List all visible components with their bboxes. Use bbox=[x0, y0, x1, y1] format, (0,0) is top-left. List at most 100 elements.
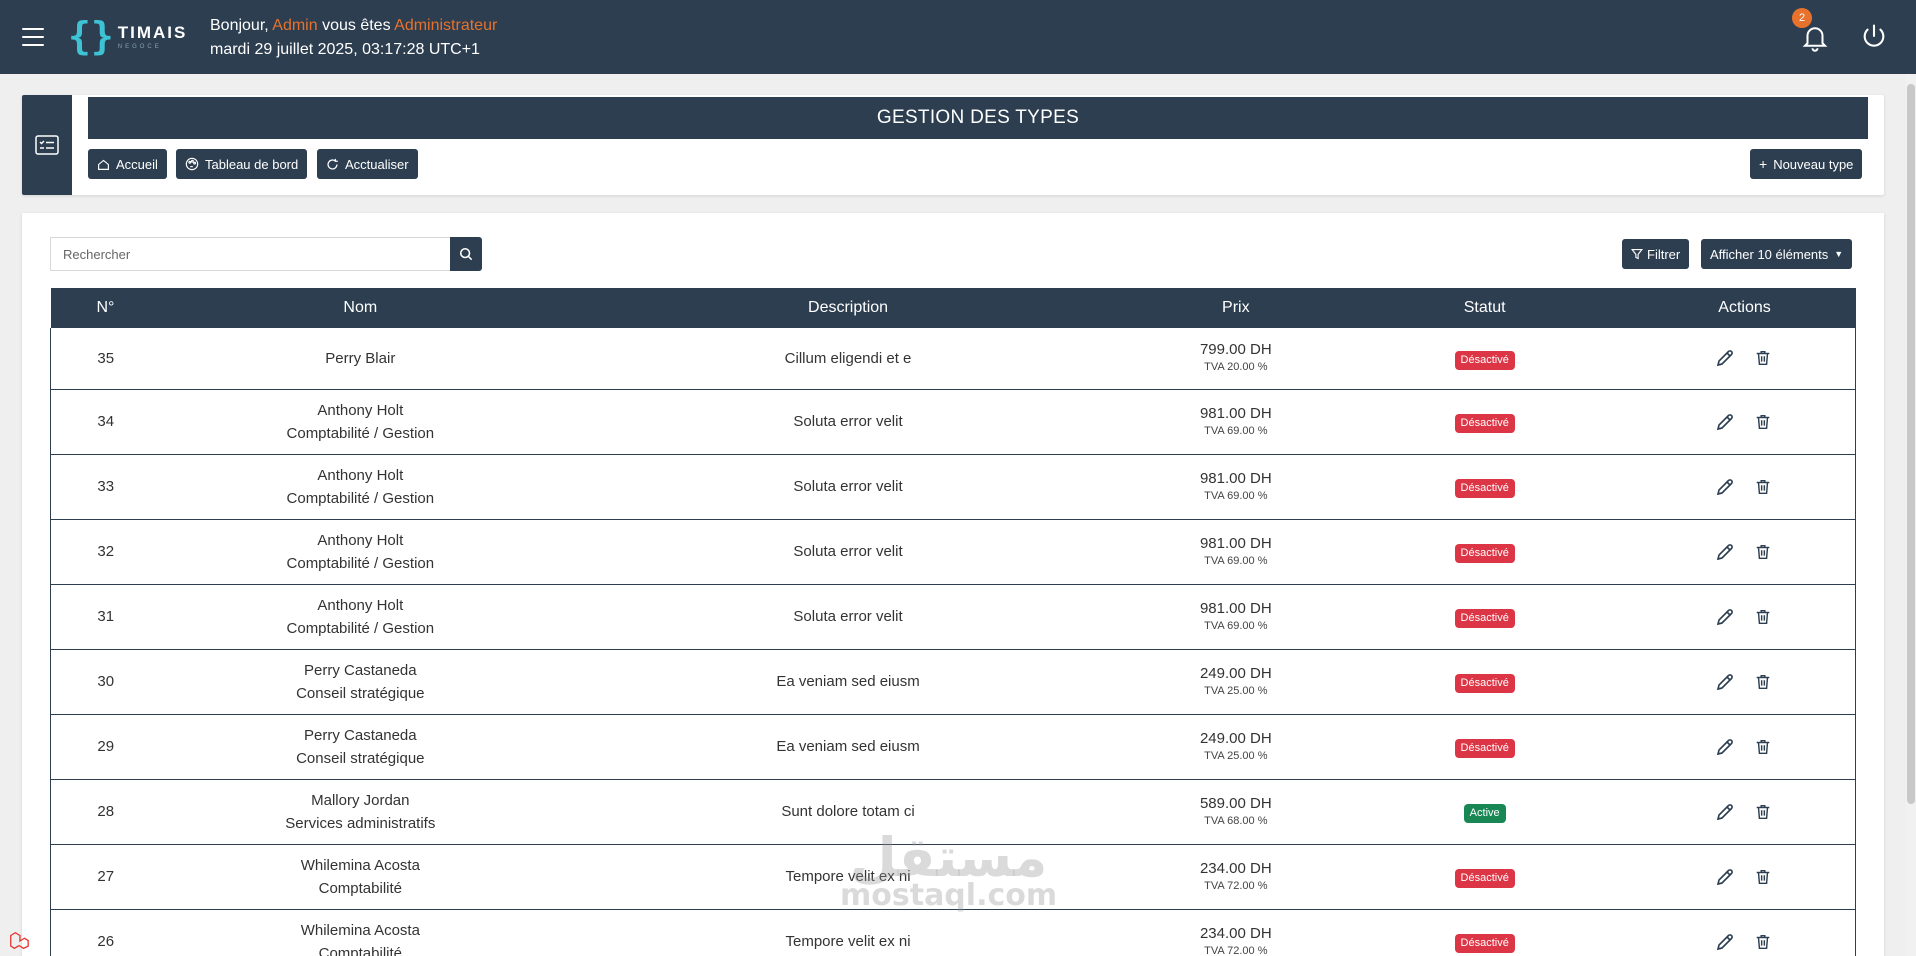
search-input[interactable] bbox=[50, 237, 451, 271]
status-cell: Désactivé bbox=[1335, 909, 1634, 956]
table-row: 31 Anthony Holt Comptabilité / Gestion Solu… bbox=[50, 584, 1856, 650]
notification-count-badge: 2 bbox=[1792, 8, 1812, 28]
status-badge[interactable]: Désactivé bbox=[1454, 934, 1515, 953]
status-cell: Désactivé bbox=[1335, 844, 1634, 910]
laravel-debugbar-icon[interactable] bbox=[8, 930, 30, 952]
edit-pencil-icon[interactable] bbox=[1715, 802, 1735, 822]
logout-power-icon[interactable] bbox=[1860, 22, 1888, 50]
page-size-dropdown[interactable]: Afficher 10 éléments ▼ bbox=[1701, 239, 1853, 269]
table-row: 32 Anthony Holt Comptabilité / Gestion Solu… bbox=[50, 519, 1856, 585]
scrollbar-thumb[interactable] bbox=[1907, 84, 1915, 804]
delete-trash-icon[interactable] bbox=[1753, 672, 1773, 692]
status-cell: Active bbox=[1335, 779, 1634, 845]
status-badge[interactable]: Désactivé bbox=[1454, 674, 1515, 693]
delete-trash-icon[interactable] bbox=[1753, 607, 1773, 627]
tva-value: TVA 25.00 % bbox=[1204, 749, 1268, 762]
edit-pencil-icon[interactable] bbox=[1715, 737, 1735, 757]
row-number: 32 bbox=[50, 519, 161, 585]
menu-toggle-icon[interactable] bbox=[22, 28, 44, 46]
tva-value: TVA 69.00 % bbox=[1204, 424, 1268, 437]
type-category: Comptabilité / Gestion bbox=[286, 424, 435, 442]
price-cell: 234.00 DH TVA 72.00 % bbox=[1135, 909, 1336, 956]
search-bar bbox=[50, 237, 482, 271]
edit-pencil-icon[interactable] bbox=[1715, 542, 1735, 562]
name-cell: Anthony Holt Comptabilité / Gestion bbox=[160, 584, 561, 650]
plus-icon: + bbox=[1759, 156, 1768, 172]
app-logo[interactable]: {} TIMAIS NEGOCE bbox=[68, 16, 187, 56]
header-side-panel bbox=[22, 95, 72, 195]
filter-button[interactable]: Filtrer bbox=[1622, 239, 1690, 269]
price-value: 234.00 DH bbox=[1199, 859, 1272, 877]
type-name: Anthony Holt bbox=[317, 531, 404, 549]
delete-trash-icon[interactable] bbox=[1753, 867, 1773, 887]
status-badge[interactable]: Désactivé bbox=[1454, 544, 1515, 563]
column-header-number[interactable]: N° bbox=[50, 288, 161, 328]
edit-pencil-icon[interactable] bbox=[1715, 672, 1735, 692]
type-name: Perry Blair bbox=[325, 349, 396, 367]
edit-pencil-icon[interactable] bbox=[1715, 412, 1735, 432]
price-cell: 981.00 DH TVA 69.00 % bbox=[1135, 519, 1336, 585]
column-header-actions: Actions bbox=[1633, 288, 1856, 328]
price-value: 981.00 DH bbox=[1199, 599, 1272, 617]
actions-cell bbox=[1633, 714, 1856, 780]
description-cell: Cillum eligendi et e bbox=[560, 328, 1136, 390]
type-name: Whilemina Acosta bbox=[300, 921, 420, 939]
vertical-scrollbar[interactable] bbox=[1906, 74, 1916, 956]
delete-trash-icon[interactable] bbox=[1753, 348, 1773, 368]
delete-trash-icon[interactable] bbox=[1753, 412, 1773, 432]
status-cell: Désactivé bbox=[1335, 389, 1634, 455]
type-category: Comptabilité / Gestion bbox=[286, 554, 435, 572]
type-category: Comptabilité / Gestion bbox=[286, 489, 435, 507]
column-header-name[interactable]: Nom bbox=[160, 288, 561, 328]
type-name: Mallory Jordan bbox=[311, 791, 410, 809]
tva-value: TVA 72.00 % bbox=[1204, 944, 1268, 956]
types-table: N° Nom Description Prix Statut Actions 3… bbox=[50, 288, 1856, 956]
actions-cell bbox=[1633, 389, 1856, 455]
name-cell: Perry Castaneda Conseil stratégique bbox=[160, 649, 561, 715]
description-cell: Ea veniam sed eiusm bbox=[560, 649, 1136, 715]
status-badge[interactable]: Désactivé bbox=[1454, 739, 1515, 758]
status-badge[interactable]: Désactivé bbox=[1454, 350, 1515, 370]
edit-pencil-icon[interactable] bbox=[1715, 477, 1735, 497]
type-name: Perry Castaneda bbox=[304, 726, 417, 744]
delete-trash-icon[interactable] bbox=[1753, 932, 1773, 952]
description-cell: Soluta error velit bbox=[560, 519, 1136, 585]
tva-value: TVA 72.00 % bbox=[1204, 879, 1268, 892]
page-size-label: Afficher 10 éléments bbox=[1710, 246, 1829, 262]
delete-trash-icon[interactable] bbox=[1753, 542, 1773, 562]
dashboard-button[interactable]: Tableau de bord bbox=[176, 149, 308, 179]
delete-trash-icon[interactable] bbox=[1753, 477, 1773, 497]
name-cell: Perry Blair bbox=[160, 328, 561, 390]
row-number: 27 bbox=[50, 844, 161, 910]
status-badge[interactable]: Active bbox=[1463, 804, 1506, 823]
new-type-button[interactable]: + Nouveau type bbox=[1750, 149, 1863, 179]
type-category: Comptabilité / Gestion bbox=[286, 619, 435, 637]
row-number: 31 bbox=[50, 584, 161, 650]
search-button[interactable] bbox=[450, 237, 482, 271]
row-number: 33 bbox=[50, 454, 161, 520]
edit-pencil-icon[interactable] bbox=[1715, 607, 1735, 627]
price-value: 981.00 DH bbox=[1199, 469, 1272, 487]
column-header-price[interactable]: Prix bbox=[1135, 288, 1336, 328]
home-button[interactable]: Accueil bbox=[88, 149, 167, 179]
edit-pencil-icon[interactable] bbox=[1715, 932, 1735, 952]
edit-pencil-icon[interactable] bbox=[1715, 867, 1735, 887]
tva-value: TVA 68.00 % bbox=[1204, 814, 1268, 827]
delete-trash-icon[interactable] bbox=[1753, 802, 1773, 822]
refresh-button[interactable]: Acctualiser bbox=[317, 149, 418, 179]
status-badge[interactable]: Désactivé bbox=[1454, 869, 1515, 888]
edit-pencil-icon[interactable] bbox=[1715, 348, 1735, 368]
price-cell: 981.00 DH TVA 69.00 % bbox=[1135, 454, 1336, 520]
type-category: Services administratifs bbox=[285, 814, 436, 832]
type-name: Perry Castaneda bbox=[304, 661, 417, 679]
status-badge[interactable]: Désactivé bbox=[1454, 414, 1515, 433]
column-header-status[interactable]: Statut bbox=[1335, 288, 1634, 328]
column-header-description[interactable]: Description bbox=[560, 288, 1136, 328]
tva-value: TVA 69.00 % bbox=[1204, 619, 1268, 632]
row-number: 26 bbox=[50, 909, 161, 956]
status-badge[interactable]: Désactivé bbox=[1454, 479, 1515, 498]
delete-trash-icon[interactable] bbox=[1753, 737, 1773, 757]
price-value: 981.00 DH bbox=[1199, 534, 1272, 552]
status-badge[interactable]: Désactivé bbox=[1454, 609, 1515, 628]
type-category: Conseil stratégique bbox=[296, 749, 425, 767]
